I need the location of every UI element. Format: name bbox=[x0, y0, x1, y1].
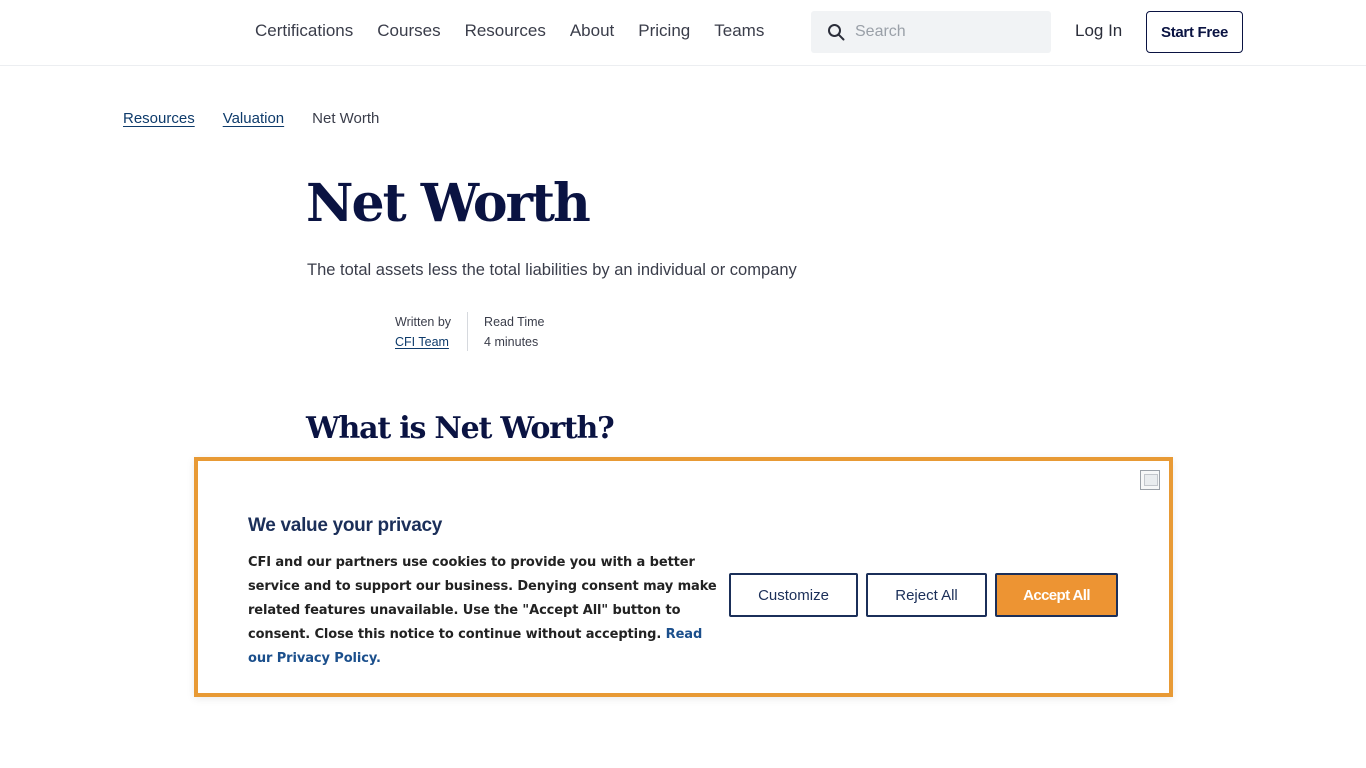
cookie-banner-text: CFI and our partners use cookies to prov… bbox=[248, 551, 723, 671]
search-icon bbox=[828, 24, 845, 41]
breadcrumb-current: Net Worth bbox=[312, 110, 380, 127]
cookie-banner-title: We value your privacy bbox=[248, 515, 442, 536]
nav-teams[interactable]: Teams bbox=[714, 20, 764, 42]
nav-about[interactable]: About bbox=[570, 20, 614, 42]
close-icon[interactable] bbox=[1140, 470, 1160, 490]
main-nav: Certifications Courses Resources About P… bbox=[255, 20, 788, 42]
breadcrumb: Resources Valuation Net Worth bbox=[123, 110, 379, 127]
page-subtitle: The total assets less the total liabilit… bbox=[307, 261, 797, 279]
nav-certifications[interactable]: Certifications bbox=[255, 20, 353, 42]
read-time-label: Read Time bbox=[484, 315, 545, 329]
breadcrumb-valuation[interactable]: Valuation bbox=[223, 110, 284, 127]
written-by-label: Written by bbox=[395, 315, 452, 329]
top-navigation-bar: Certifications Courses Resources About P… bbox=[0, 0, 1366, 66]
nav-pricing[interactable]: Pricing bbox=[638, 20, 690, 42]
cookie-consent-banner: We value your privacy CFI and our partne… bbox=[194, 457, 1173, 697]
search-box[interactable] bbox=[811, 11, 1051, 53]
start-free-button[interactable]: Start Free bbox=[1146, 11, 1243, 53]
nav-resources[interactable]: Resources bbox=[465, 20, 546, 42]
accept-all-button[interactable]: Accept All bbox=[995, 573, 1118, 617]
author-block: Written by CFI Team bbox=[395, 312, 469, 352]
read-time-value: 4 minutes bbox=[484, 335, 539, 349]
customize-button[interactable]: Customize bbox=[729, 573, 858, 617]
reject-all-button[interactable]: Reject All bbox=[866, 573, 987, 617]
page-title: Net Worth bbox=[306, 173, 591, 234]
cookie-banner-body: CFI and our partners use cookies to prov… bbox=[248, 555, 717, 642]
nav-courses[interactable]: Courses bbox=[377, 20, 440, 42]
login-link[interactable]: Log In bbox=[1075, 21, 1122, 41]
breadcrumb-resources[interactable]: Resources bbox=[123, 110, 195, 127]
article-meta: Written by CFI Team Read Time 4 minutes bbox=[395, 312, 545, 352]
author-link[interactable]: CFI Team bbox=[395, 332, 451, 352]
search-input[interactable] bbox=[855, 23, 1035, 41]
section-heading: What is Net Worth? bbox=[306, 411, 615, 446]
read-time-block: Read Time 4 minutes bbox=[468, 312, 544, 352]
